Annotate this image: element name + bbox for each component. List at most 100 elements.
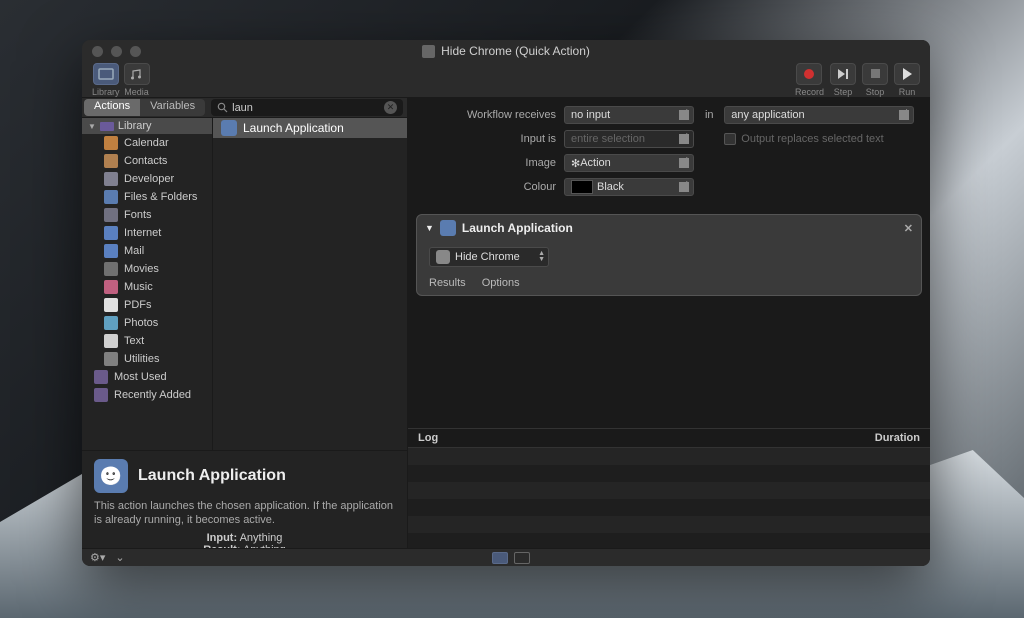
- library-button[interactable]: [93, 63, 119, 85]
- smart-folder-icon: [94, 370, 108, 384]
- category-label: Developer: [124, 173, 174, 185]
- library-label: Library: [92, 87, 120, 97]
- category-pdfs[interactable]: PDFs: [82, 296, 212, 314]
- colour-select[interactable]: Black▲▼: [564, 178, 694, 196]
- library-header-label: Library: [118, 120, 152, 132]
- search-box[interactable]: ✕: [211, 99, 403, 116]
- info-input-label: Input:: [207, 532, 238, 544]
- action-remove-button[interactable]: ✕: [904, 222, 913, 235]
- category-icon: [104, 190, 118, 204]
- action-title: Launch Application: [462, 221, 573, 235]
- category-icon: [104, 334, 118, 348]
- category-icon: [104, 172, 118, 186]
- window-title: Hide Chrome (Quick Action): [441, 44, 590, 58]
- media-button[interactable]: [124, 63, 150, 85]
- library-tabs: Actions Variables: [84, 99, 205, 116]
- search-input[interactable]: [232, 102, 380, 114]
- tab-variables[interactable]: Variables: [140, 99, 205, 116]
- category-icon: [104, 352, 118, 366]
- disclosure-icon[interactable]: ▼: [425, 223, 434, 233]
- smart-most-used[interactable]: Most Used: [82, 368, 212, 386]
- in-label: in: [694, 109, 724, 121]
- workflow-header: Workflow receives no input▲▼ in any appl…: [408, 98, 930, 206]
- category-label: Photos: [124, 317, 158, 329]
- category-developer[interactable]: Developer: [82, 170, 212, 188]
- category-music[interactable]: Music: [82, 278, 212, 296]
- category-label: Utilities: [124, 353, 159, 365]
- inputis-label: Input is: [424, 133, 564, 145]
- category-icon: [104, 316, 118, 330]
- log-col-duration[interactable]: Duration: [875, 432, 920, 444]
- output-replaces-checkbox: Output replaces selected text: [724, 133, 914, 145]
- category-text[interactable]: Text: [82, 332, 212, 350]
- library-folder-icon: [100, 120, 114, 132]
- smart-folder-icon: [94, 388, 108, 402]
- smart-label: Recently Added: [114, 389, 191, 401]
- category-label: Fonts: [124, 209, 152, 221]
- result-label: Launch Application: [243, 121, 344, 135]
- media-icon: [129, 68, 145, 80]
- image-select[interactable]: ✻ Action▲▼: [564, 154, 694, 172]
- category-calendar[interactable]: Calendar: [82, 134, 212, 152]
- category-label: Text: [124, 335, 144, 347]
- inputis-select: entire selection▲▼: [564, 130, 694, 148]
- category-list[interactable]: ▼ Library Calendar Contacts Developer Files…: [82, 118, 212, 450]
- search-clear-button[interactable]: ✕: [384, 101, 397, 114]
- automator-window: Hide Chrome (Quick Action) Library Media…: [82, 40, 930, 566]
- log-rows: [408, 448, 930, 550]
- finder-icon: [94, 459, 128, 493]
- action-tab-options[interactable]: Options: [482, 277, 520, 289]
- application-icon: [440, 220, 456, 236]
- category-photos[interactable]: Photos: [82, 314, 212, 332]
- action-tab-results[interactable]: Results: [429, 277, 466, 289]
- step-button[interactable]: [830, 63, 856, 85]
- category-utilities[interactable]: Utilities: [82, 350, 212, 368]
- category-internet[interactable]: Internet: [82, 224, 212, 242]
- stop-label: Stop: [866, 87, 885, 97]
- category-files-folders[interactable]: Files & Folders: [82, 188, 212, 206]
- log-pane: Log Duration: [408, 428, 930, 548]
- result-launch-application[interactable]: Launch Application: [213, 118, 407, 138]
- selected-app-label: Hide Chrome: [455, 251, 520, 263]
- gear-menu[interactable]: ⚙︎▾: [90, 551, 105, 564]
- receives-select[interactable]: no input▲▼: [564, 106, 694, 124]
- run-label: Run: [899, 87, 916, 97]
- category-label: Contacts: [124, 155, 167, 167]
- tab-actions[interactable]: Actions: [84, 99, 140, 116]
- in-select[interactable]: any application▲▼: [724, 106, 914, 124]
- category-fonts[interactable]: Fonts: [82, 206, 212, 224]
- disclosure-icon: ▼: [88, 122, 96, 131]
- workflow-canvas[interactable]: ▼ Launch Application ✕ Hide Chrome ▲▼: [408, 206, 930, 428]
- action-launch-application[interactable]: ▼ Launch Application ✕ Hide Chrome ▲▼: [416, 214, 922, 296]
- app-icon: [436, 250, 450, 264]
- record-button[interactable]: [796, 63, 822, 85]
- category-label: Calendar: [124, 137, 169, 149]
- record-label: Record: [795, 87, 824, 97]
- log-row: [408, 482, 930, 499]
- color-swatch-icon: [571, 180, 593, 194]
- category-label: Files & Folders: [124, 191, 197, 203]
- category-label: Movies: [124, 263, 159, 275]
- dropdown-menu[interactable]: ⌄: [115, 551, 124, 564]
- log-col-log[interactable]: Log: [418, 432, 438, 444]
- application-select[interactable]: Hide Chrome ▲▼: [429, 247, 549, 267]
- statusbar: ⚙︎▾ ⌄: [82, 548, 930, 566]
- category-icon: [104, 244, 118, 258]
- category-movies[interactable]: Movies: [82, 260, 212, 278]
- category-icon: [104, 208, 118, 222]
- library-pane: Actions Variables ✕ ▼ Library Calendar: [82, 98, 408, 548]
- view-flow-button[interactable]: [492, 552, 508, 564]
- view-list-button[interactable]: [514, 552, 530, 564]
- category-contacts[interactable]: Contacts: [82, 152, 212, 170]
- application-icon: [221, 120, 237, 136]
- category-icon: [104, 262, 118, 276]
- action-results[interactable]: Launch Application: [212, 118, 407, 450]
- category-mail[interactable]: Mail: [82, 242, 212, 260]
- library-header[interactable]: ▼ Library: [82, 118, 212, 134]
- smart-recently-added[interactable]: Recently Added: [82, 386, 212, 404]
- category-label: Internet: [124, 227, 161, 239]
- stop-button[interactable]: [862, 63, 888, 85]
- run-button[interactable]: [894, 63, 920, 85]
- media-label: Media: [124, 87, 149, 97]
- category-label: Music: [124, 281, 153, 293]
